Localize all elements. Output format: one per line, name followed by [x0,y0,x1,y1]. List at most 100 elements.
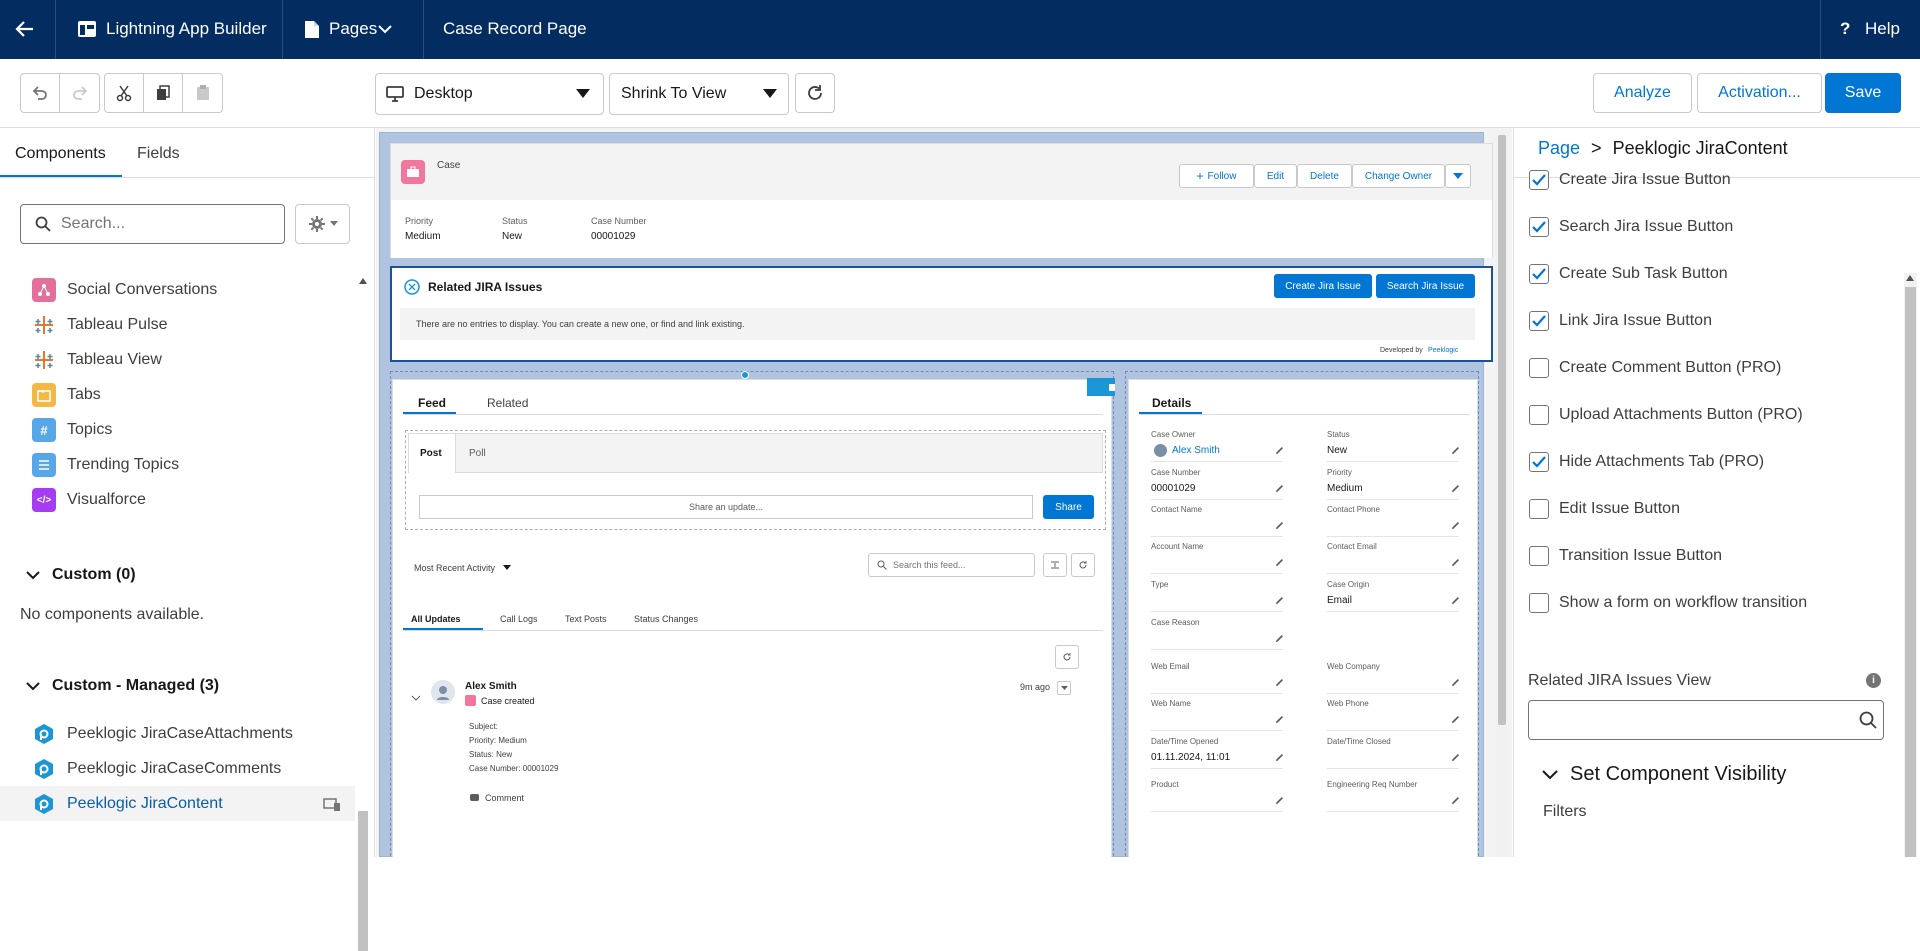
refresh-button[interactable] [795,73,835,113]
edit-pencil-icon[interactable] [1451,753,1460,762]
checkbox-checked[interactable] [1529,452,1549,472]
property-option[interactable]: Create Jira Issue Button [1529,170,1731,190]
refresh-feed-button[interactable] [1055,645,1079,669]
checkbox-checked[interactable] [1529,264,1549,284]
visibility-section-header[interactable]: Set Component Visibility [1542,763,1786,786]
property-option[interactable]: Create Comment Button (PRO) [1529,358,1781,378]
tab-details[interactable]: Details [1152,396,1191,410]
tab-post[interactable]: Post [420,448,442,459]
left-scrollbar[interactable] [356,276,370,951]
edit-pencil-icon[interactable] [1275,796,1284,805]
more-actions-button[interactable] [1445,164,1471,188]
delete-button[interactable]: Delete [1297,164,1352,188]
component-item[interactable]: Tableau View [32,345,162,375]
edit-pencil-icon[interactable] [1451,484,1460,493]
edit-pencil-icon[interactable] [1275,634,1284,643]
back-arrow-icon[interactable] [14,18,36,40]
right-scrollbar[interactable] [1904,273,1917,857]
checkbox-checked[interactable] [1529,170,1549,190]
edit-button[interactable]: Edit [1254,164,1297,188]
developer-link[interactable]: Peeklogic [1428,347,1458,354]
edit-pencil-icon[interactable] [1275,715,1284,724]
tab-related[interactable]: Related [487,396,528,410]
canvas-scrollbar[interactable] [1496,133,1508,857]
property-option[interactable]: Link Jira Issue Button [1529,311,1712,331]
property-option[interactable]: Create Sub Task Button [1529,264,1728,284]
edit-pencil-icon[interactable] [1275,596,1284,605]
share-button[interactable]: Share [1043,495,1094,519]
edit-pencil-icon[interactable] [1275,753,1284,762]
edit-pencil-icon[interactable] [1451,796,1460,805]
component-item[interactable]: </> Visualforce [32,485,146,515]
component-item[interactable]: Tabs [32,380,101,410]
view-lookup-input[interactable] [1528,700,1884,740]
tab-components[interactable]: Components [15,145,106,163]
detail-field-value[interactable]: Alex Smith [1172,445,1220,456]
feed-component[interactable]: Feed Related Post Poll Share an update..… [392,378,1115,857]
resize-handle[interactable] [741,371,749,379]
cut-icon[interactable] [105,74,144,112]
filter-call-logs[interactable]: Call Logs [500,614,538,624]
chevron-down-icon[interactable] [411,694,421,702]
edit-pencil-icon[interactable] [1275,558,1284,567]
delete-component-icon[interactable] [1087,378,1115,396]
checkbox-unchecked[interactable] [1529,499,1549,519]
follow-button[interactable]: + Follow [1179,164,1254,188]
filter-text-posts[interactable]: Text Posts [565,614,607,624]
edit-pencil-icon[interactable] [1451,446,1460,455]
filter-button[interactable] [1043,553,1067,577]
property-option[interactable]: Show a form on workflow transition [1529,593,1807,613]
edit-pencil-icon[interactable] [1451,715,1460,724]
jira-content-component[interactable]: Related JIRA Issues Create Jira Issue Se… [390,266,1493,362]
edit-pencil-icon[interactable] [1451,596,1460,605]
comment-link[interactable]: Comment [485,793,524,803]
managed-section-header[interactable]: Custom - Managed (3) [26,677,219,695]
undo-icon[interactable] [21,74,60,112]
breadcrumb-page[interactable]: Page [1538,138,1580,159]
component-item[interactable]: # Topics [32,415,112,445]
paste-icon[interactable] [183,74,222,112]
property-option[interactable]: Search Jira Issue Button [1529,217,1733,237]
analyze-button[interactable]: Analyze [1593,73,1692,113]
component-item[interactable]: Social Conversations [32,275,217,305]
component-item[interactable]: Trending Topics [32,450,179,480]
help-button[interactable]: ? Help [1820,0,1920,59]
scroll-thumb[interactable] [358,811,368,951]
search-input[interactable]: Search... [20,204,285,244]
settings-menu-button[interactable] [295,204,350,244]
feed-author[interactable]: Alex Smith [465,681,517,692]
checkbox-unchecked[interactable] [1529,358,1549,378]
redo-icon[interactable] [60,74,99,112]
filter-status-changes[interactable]: Status Changes [634,614,698,624]
feed-search-input[interactable]: Search this feed... [868,553,1035,577]
tab-fields[interactable]: Fields [137,145,180,163]
details-component[interactable]: Details Case Owner Alex Smith Status New Cas… [1128,379,1478,857]
edit-pencil-icon[interactable] [1275,484,1284,493]
checkbox-unchecked[interactable] [1529,546,1549,566]
checkbox-unchecked[interactable] [1529,593,1549,613]
checkbox-checked[interactable] [1529,311,1549,331]
edit-pencil-icon[interactable] [1451,558,1460,567]
property-option[interactable]: Edit Issue Button [1529,499,1680,519]
edit-pencil-icon[interactable] [1451,521,1460,530]
save-button[interactable]: Save [1825,73,1901,113]
edit-pencil-icon[interactable] [1275,678,1284,687]
refresh-feed-button[interactable] [1071,553,1095,577]
managed-component-item[interactable]: Peeklogic JiraCaseComments [32,754,281,784]
component-item[interactable]: Tableau Pulse [32,310,168,340]
checkbox-checked[interactable] [1529,217,1549,237]
zoom-select[interactable]: Shrink To View [609,73,789,115]
change-owner-button[interactable]: Change Owner [1352,164,1445,188]
edit-pencil-icon[interactable] [1451,678,1460,687]
property-option[interactable]: Hide Attachments Tab (PRO) [1529,452,1764,472]
filter-all-updates[interactable]: All Updates [411,614,461,624]
share-update-input[interactable]: Share an update... [419,495,1033,519]
scroll-thumb[interactable] [1498,135,1506,725]
search-jira-issue-button[interactable]: Search Jira Issue [1376,274,1475,298]
activation-button[interactable]: Activation... [1697,73,1822,113]
property-option[interactable]: Transition Issue Button [1529,546,1722,566]
change-owner-icon[interactable] [1275,446,1284,455]
device-select[interactable]: Desktop [375,73,604,115]
property-option[interactable]: Upload Attachments Button (PRO) [1529,405,1803,425]
create-jira-issue-button[interactable]: Create Jira Issue [1274,274,1372,298]
